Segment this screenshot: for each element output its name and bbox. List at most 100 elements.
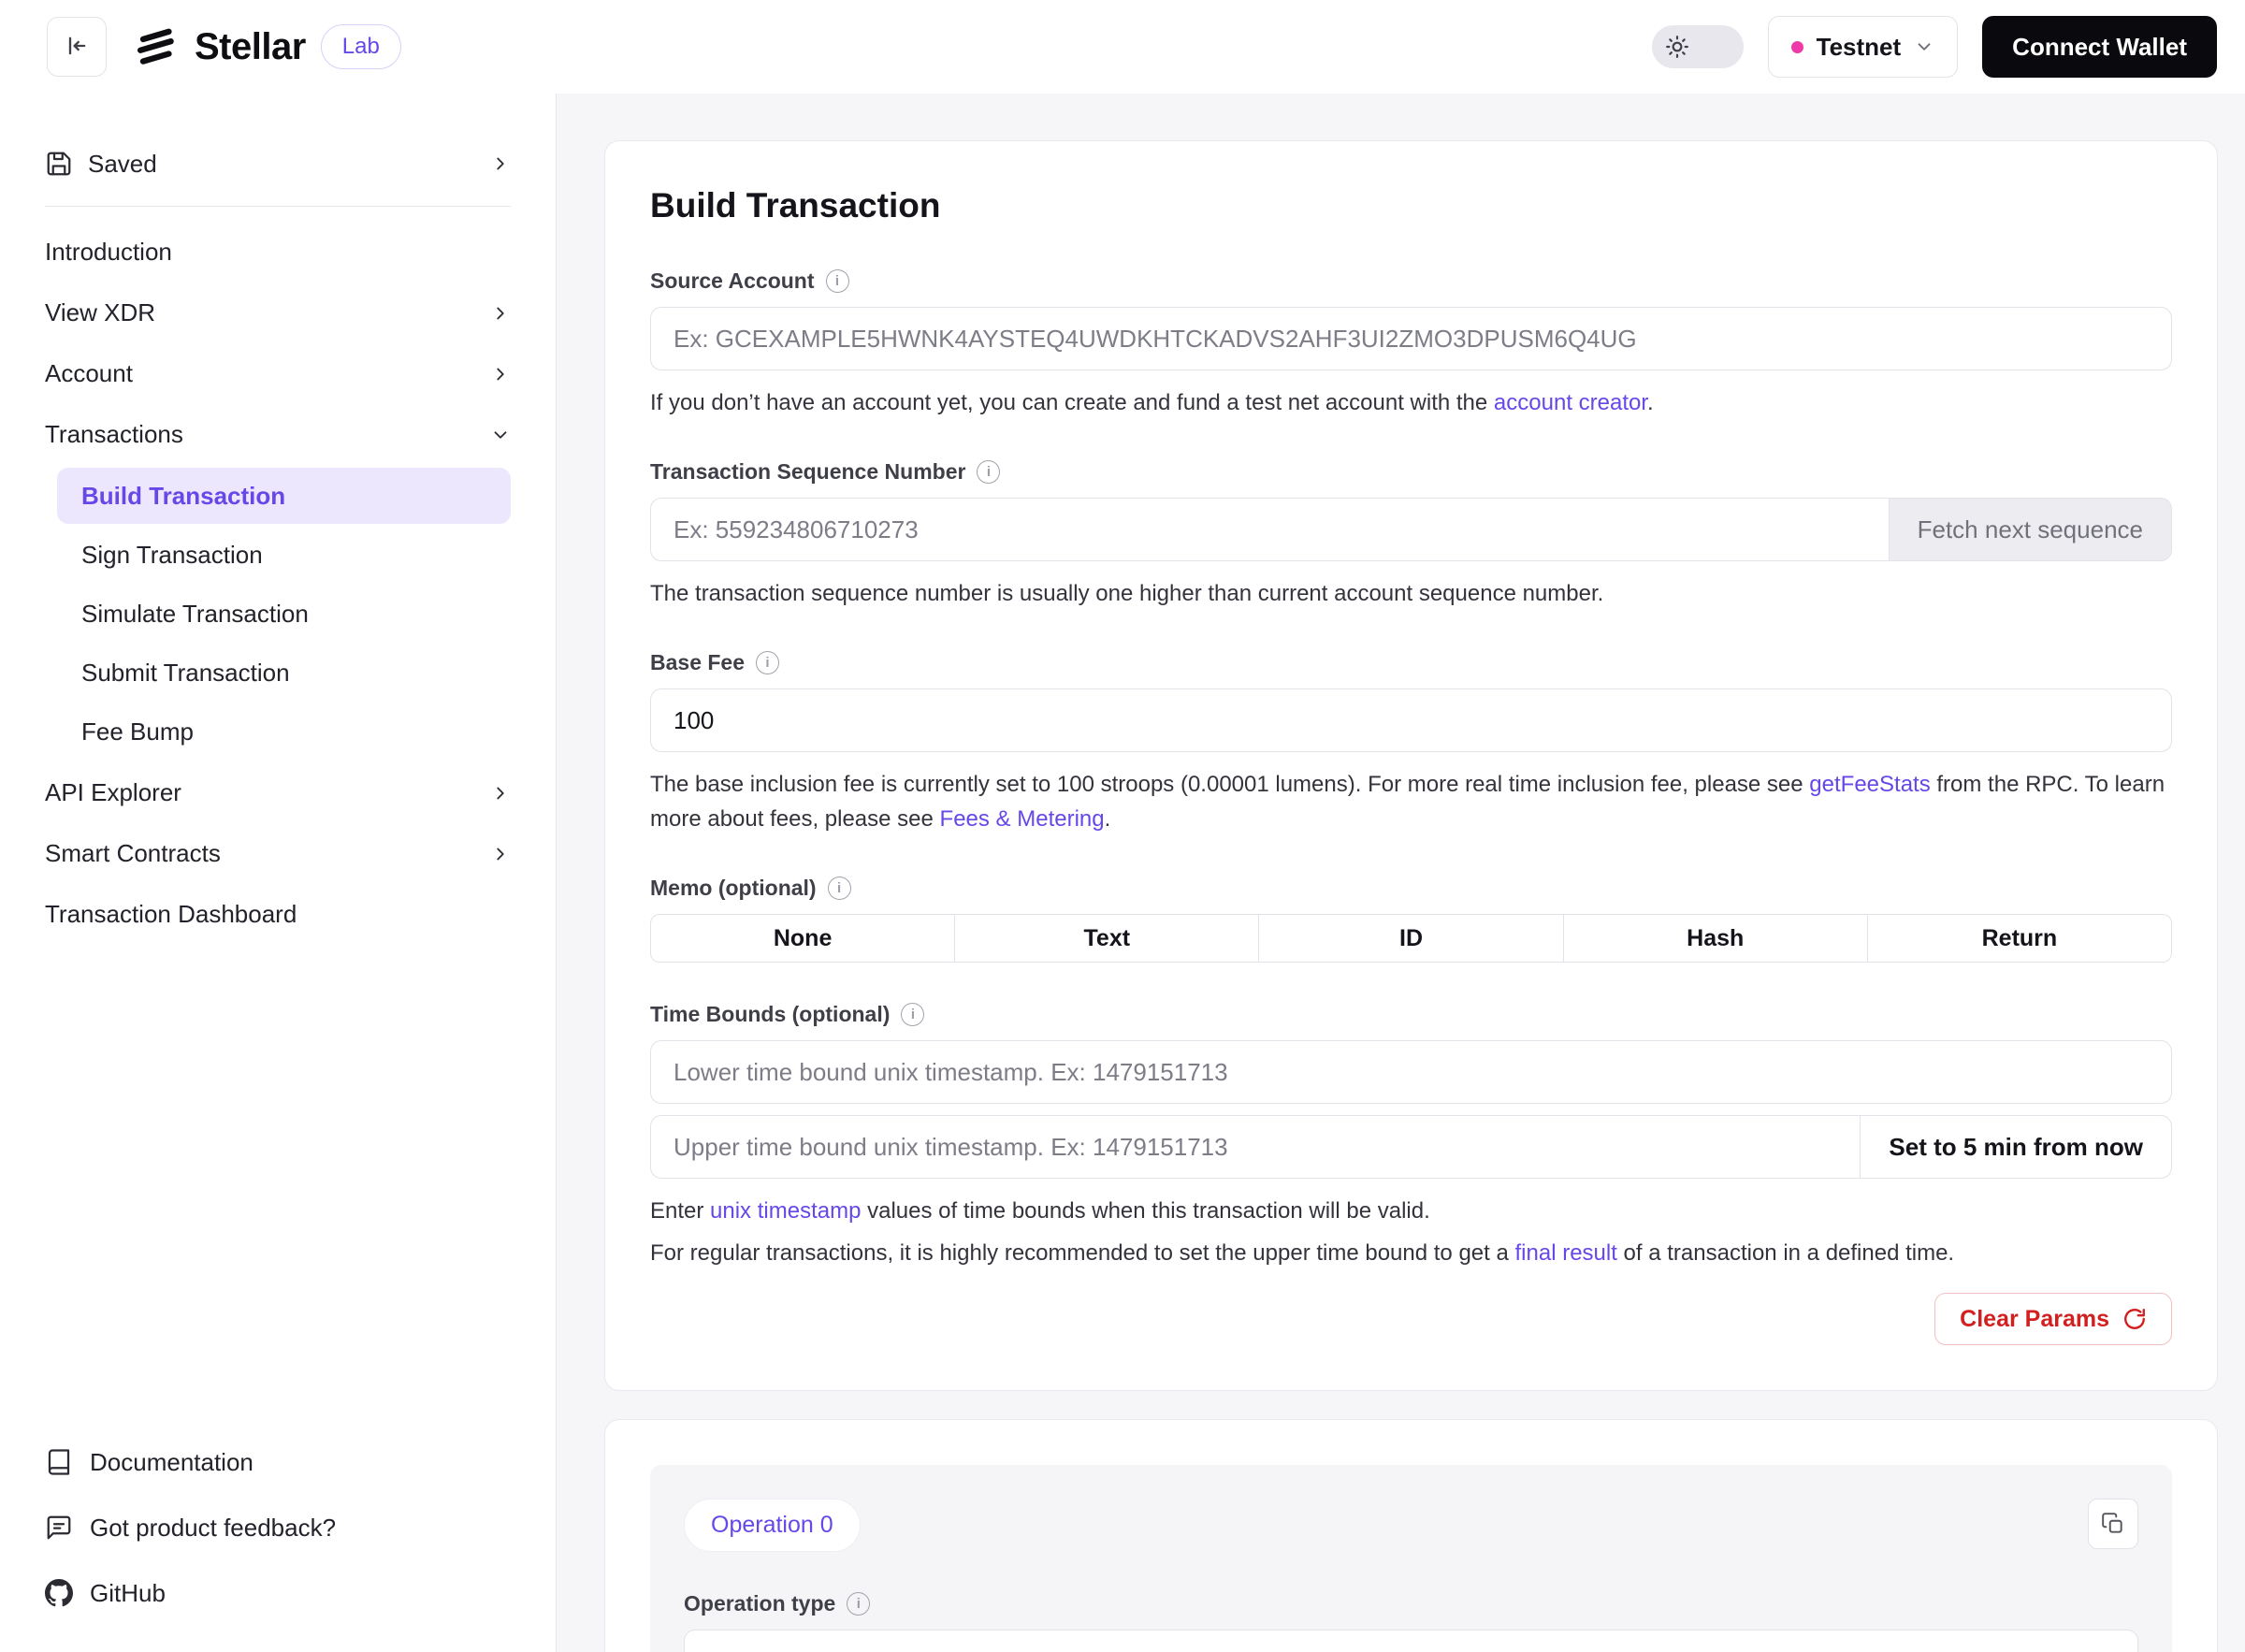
memo-tab-id[interactable]: ID: [1259, 914, 1563, 963]
clear-params-label: Clear Params: [1960, 1306, 2109, 1333]
sidebar-item-build-transaction[interactable]: Build Transaction: [57, 468, 511, 524]
sequence-number-field: Transaction Sequence Number i Fetch next…: [650, 459, 2172, 611]
fetch-next-sequence-button[interactable]: Fetch next sequence: [1890, 498, 2172, 561]
sidebar-item-view-xdr[interactable]: View XDR: [45, 283, 511, 343]
help-text: The base inclusion fee is currently set …: [650, 772, 1809, 797]
sidebar-footer: Documentation Got product feedback? GitH…: [45, 1429, 511, 1626]
help-text: .: [1105, 806, 1111, 832]
help-text: Enter: [650, 1198, 710, 1224]
footer-label: Got product feedback?: [90, 1514, 336, 1543]
time-bounds-label: Time Bounds (optional): [650, 1002, 890, 1027]
chevron-down-icon: [490, 425, 511, 445]
theme-toggle[interactable]: [1652, 25, 1744, 68]
clear-params-button[interactable]: Clear Params: [1934, 1293, 2172, 1345]
brand[interactable]: Stellar Lab: [131, 22, 401, 71]
fees-metering-link[interactable]: Fees & Metering: [940, 806, 1105, 832]
sidebar-item-smart-contracts[interactable]: Smart Contracts: [45, 823, 511, 884]
operation-0-block: Operation 0 Operation type i ✕: [650, 1465, 2172, 1652]
sidebar-item-simulate-transaction[interactable]: Simulate Transaction: [57, 586, 511, 642]
lower-time-bound-input[interactable]: [650, 1040, 2172, 1104]
info-icon[interactable]: i: [828, 877, 851, 900]
sidebar-item-sign-transaction[interactable]: Sign Transaction: [57, 527, 511, 583]
upper-time-bound-input[interactable]: [650, 1115, 1861, 1179]
duplicate-operation-button[interactable]: [2088, 1499, 2138, 1549]
nav-label: Account: [45, 359, 133, 388]
network-selector[interactable]: Testnet: [1768, 16, 1959, 78]
memo-tab-none[interactable]: None: [650, 914, 955, 963]
transactions-submenu: Build Transaction Sign Transaction Simul…: [57, 465, 511, 762]
sidebar-item-submit-transaction[interactable]: Submit Transaction: [57, 645, 511, 701]
memo-tab-hash[interactable]: Hash: [1564, 914, 1868, 963]
sidebar-item-github[interactable]: GitHub: [45, 1560, 511, 1626]
source-account-field: Source Account i If you don’t have an ac…: [650, 268, 2172, 420]
chevron-right-icon: [490, 364, 511, 384]
account-creator-link[interactable]: account creator: [1494, 390, 1647, 415]
footer-label: Documentation: [90, 1448, 253, 1477]
app-header: Stellar Lab Testnet Connect Wallet: [0, 0, 2245, 94]
sequence-number-input[interactable]: [650, 498, 1890, 561]
base-fee-field: Base Fee i The base inclusion fee is cur…: [650, 650, 2172, 836]
memo-type-segmented-control: None Text ID Hash Return: [650, 914, 2172, 963]
sidebar-item-api-explorer[interactable]: API Explorer: [45, 762, 511, 823]
time-bounds-field: Time Bounds (optional) i Set to 5 min fr…: [650, 1002, 2172, 1270]
copy-icon: [2101, 1512, 2125, 1536]
network-status-dot: [1791, 41, 1803, 53]
base-fee-input[interactable]: [650, 688, 2172, 752]
memo-label: Memo (optional): [650, 876, 817, 901]
collapse-sidebar-button[interactable]: [47, 17, 107, 77]
sidebar-item-introduction[interactable]: Introduction: [45, 222, 511, 283]
info-icon[interactable]: i: [826, 269, 849, 293]
header-left: Stellar Lab: [47, 17, 401, 77]
source-account-input[interactable]: [650, 307, 2172, 370]
feedback-icon: [45, 1514, 73, 1542]
time-bounds-help-1: Enter unix timestamp values of time boun…: [650, 1194, 2172, 1228]
help-text: For regular transactions, it is highly r…: [650, 1240, 1515, 1266]
sidebar-item-documentation[interactable]: Documentation: [45, 1429, 511, 1495]
source-account-help: If you don’t have an account yet, you ca…: [650, 385, 2172, 420]
base-fee-help: The base inclusion fee is currently set …: [650, 767, 2172, 836]
help-text: .: [1647, 390, 1654, 415]
connect-wallet-button[interactable]: Connect Wallet: [1982, 16, 2217, 78]
base-fee-label: Base Fee: [650, 650, 745, 675]
source-account-label: Source Account: [650, 268, 815, 294]
book-icon: [45, 1448, 73, 1476]
info-icon[interactable]: i: [901, 1003, 924, 1026]
page-title: Build Transaction: [650, 186, 2172, 225]
info-icon[interactable]: i: [977, 460, 1000, 484]
sidebar-item-account[interactable]: Account: [45, 343, 511, 404]
sidebar-item-saved[interactable]: Saved: [45, 135, 511, 193]
footer-label: GitHub: [90, 1579, 166, 1608]
operation-type-select[interactable]: [684, 1630, 2138, 1652]
header-right: Testnet Connect Wallet: [1652, 16, 2217, 78]
close-icon[interactable]: ✕: [2094, 1648, 2116, 1652]
memo-tab-return[interactable]: Return: [1868, 914, 2172, 963]
github-icon: [45, 1579, 73, 1607]
sidebar-item-fee-bump[interactable]: Fee Bump: [57, 703, 511, 760]
chevron-right-icon: [490, 844, 511, 864]
info-icon[interactable]: i: [847, 1592, 870, 1616]
set-5-min-button[interactable]: Set to 5 min from now: [1861, 1115, 2172, 1179]
nav-label: Transaction Dashboard: [45, 900, 297, 929]
sidebar-divider: [45, 206, 511, 207]
memo-tab-text[interactable]: Text: [955, 914, 1259, 963]
chevron-down-icon: [1914, 36, 1934, 57]
nav-label: API Explorer: [45, 778, 181, 807]
nav-label: Transactions: [45, 420, 183, 449]
collapse-sidebar-icon: [64, 33, 90, 62]
unix-timestamp-link[interactable]: unix timestamp: [710, 1198, 861, 1224]
help-text: If you don’t have an account yet, you ca…: [650, 390, 1494, 415]
sidebar-item-transactions[interactable]: Transactions: [45, 404, 511, 465]
operations-card: Operation 0 Operation type i ✕: [604, 1419, 2218, 1652]
help-text: of a transaction in a defined time.: [1617, 1240, 1954, 1266]
sun-icon: [1659, 29, 1695, 65]
final-result-link[interactable]: final result: [1515, 1240, 1617, 1266]
sidebar-item-transaction-dashboard[interactable]: Transaction Dashboard: [45, 884, 511, 945]
help-text: values of time bounds when this transact…: [861, 1198, 1429, 1224]
saved-label: Saved: [88, 150, 157, 179]
get-fee-stats-link[interactable]: getFeeStats: [1809, 772, 1930, 797]
info-icon[interactable]: i: [756, 651, 779, 674]
refresh-icon: [2122, 1307, 2147, 1331]
operation-badge: Operation 0: [684, 1499, 861, 1552]
sidebar-item-feedback[interactable]: Got product feedback?: [45, 1495, 511, 1560]
save-icon: [45, 150, 73, 178]
